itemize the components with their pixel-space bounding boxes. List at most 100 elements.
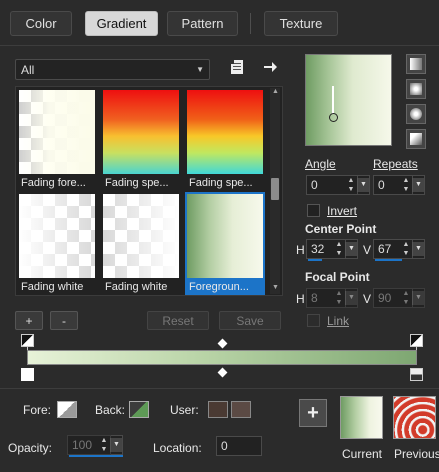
spinner-arrows-icon[interactable]: ▲ ▼ — [334, 289, 344, 307]
focal-h-input[interactable]: 8 ▲ ▼ — [306, 288, 346, 308]
preset-gallery[interactable]: Fading fore... Fading spe... Fading spe.… — [15, 86, 283, 296]
spinner-arrows-icon[interactable]: ▲ ▼ — [99, 436, 109, 454]
repeats-dropdown[interactable]: ▼ — [412, 175, 425, 195]
preset-item[interactable]: Fading spe... — [185, 88, 265, 191]
location-label: Location: — [153, 441, 202, 455]
focal-v-input[interactable]: 90 ▲ ▼ — [373, 288, 413, 308]
preset-item[interactable]: Fading white — [17, 192, 97, 295]
scroll-up-icon[interactable]: ▲ — [272, 88, 279, 95]
link-label: Link — [327, 314, 350, 328]
previous-label: Previous — [394, 447, 439, 461]
location-input[interactable]: 0 — [216, 436, 262, 456]
preset-thumbnail — [187, 194, 263, 278]
save-button[interactable]: Save — [219, 311, 281, 330]
divider — [0, 388, 439, 389]
preset-thumbnail — [103, 194, 179, 278]
chevron-down-icon[interactable]: ▼ — [412, 291, 424, 305]
fore-label: Fore: — [23, 403, 52, 417]
invert-checkbox[interactable] — [307, 204, 320, 217]
scroll-down-icon[interactable]: ▼ — [272, 284, 279, 291]
back-label: Back: — [95, 403, 126, 417]
spinner-arrows-icon[interactable]: ▲ ▼ — [401, 289, 411, 307]
opacity-stop-right[interactable] — [410, 334, 423, 347]
opacity-stop-left[interactable] — [21, 334, 34, 347]
current-label: Current — [342, 447, 383, 461]
preset-item[interactable]: Fading spe... — [101, 88, 181, 191]
remove-preset-button[interactable]: - — [50, 311, 78, 330]
user-label: User: — [170, 403, 199, 417]
tab-texture[interactable]: Texture — [264, 11, 338, 36]
preset-thumbnail — [19, 194, 95, 278]
chevron-down-icon[interactable]: ▼ — [345, 291, 357, 305]
midpoint-marker-bottom[interactable] — [217, 367, 228, 378]
opacity-dropdown[interactable]: ▼ — [110, 435, 123, 455]
user-swatch-1[interactable] — [208, 401, 228, 418]
preset-item-selected[interactable]: Foregroun... — [185, 192, 265, 295]
gradient-preview[interactable] — [305, 54, 392, 146]
tab-pattern[interactable]: Pattern — [167, 11, 238, 36]
spinner-arrows-icon[interactable]: ▲ ▼ — [401, 176, 411, 194]
chevron-down-icon[interactable]: ▼ — [412, 242, 424, 256]
add-to-swatches-button[interactable]: + — [299, 399, 327, 427]
repeats-input[interactable]: 0 ▲ ▼ — [373, 175, 413, 195]
scrollbar-thumb[interactable] — [271, 178, 279, 200]
center-v-dropdown[interactable]: ▼ — [412, 239, 425, 259]
center-h-dropdown[interactable]: ▼ — [345, 239, 358, 259]
chevron-down-icon: ▼ — [196, 65, 204, 74]
opacity-label: Opacity: — [8, 441, 53, 455]
focal-v-dropdown[interactable]: ▼ — [412, 288, 425, 308]
chevron-down-icon[interactable]: ▼ — [345, 242, 357, 256]
gradient-bar[interactable] — [27, 350, 417, 365]
radial-style-icon[interactable] — [406, 129, 426, 149]
center-v-input[interactable]: 67 ▲ ▼ — [373, 239, 413, 261]
linear-style-icon[interactable] — [406, 54, 426, 74]
value-bar — [69, 455, 123, 457]
angle-dropdown[interactable]: ▼ — [357, 175, 370, 195]
arrow-right-icon[interactable] — [262, 59, 278, 75]
center-h-input[interactable]: 32 ▲ ▼ — [306, 239, 346, 261]
center-handle[interactable] — [332, 86, 334, 114]
back-swatch[interactable] — [129, 401, 149, 418]
color-stop-left[interactable] — [21, 368, 34, 381]
repeats-label: Repeats — [373, 157, 418, 171]
angle-label: Angle — [305, 157, 336, 171]
sunburst-style-icon[interactable] — [406, 104, 426, 124]
user-swatch-2[interactable] — [231, 401, 251, 418]
preset-label: Fading white — [105, 281, 168, 293]
tab-separator — [250, 13, 251, 34]
focal-h-dropdown[interactable]: ▼ — [345, 288, 358, 308]
tab-color[interactable]: Color — [10, 11, 72, 36]
rectangular-style-icon[interactable] — [406, 79, 426, 99]
preset-item[interactable]: Fading fore... — [17, 88, 97, 191]
color-stop-right[interactable] — [410, 368, 423, 381]
preset-item[interactable]: Fading white — [101, 192, 181, 295]
category-dropdown[interactable]: All ▼ — [15, 59, 210, 80]
focal-point-label: Focal Point — [305, 270, 370, 284]
reset-button[interactable]: Reset — [147, 311, 209, 330]
chevron-down-icon[interactable]: ▼ — [357, 178, 369, 192]
link-checkbox[interactable] — [307, 314, 320, 327]
previous-swatch[interactable] — [393, 396, 436, 439]
invert-label: Invert — [327, 204, 358, 218]
current-swatch[interactable] — [340, 396, 383, 439]
opacity-input[interactable]: 100 ▲ ▼ — [67, 435, 123, 457]
add-preset-button[interactable]: + — [15, 311, 43, 330]
chevron-down-icon[interactable]: ▼ — [412, 178, 424, 192]
preset-label: Foregroun... — [189, 281, 249, 293]
preset-thumbnail — [19, 90, 95, 174]
angle-input[interactable]: 0 ▲ ▼ — [306, 175, 358, 195]
chevron-down-icon[interactable]: ▼ — [110, 438, 122, 452]
focal-v-label: V — [363, 292, 372, 306]
preset-label: Fading white — [21, 281, 84, 293]
divider — [0, 45, 439, 46]
midpoint-marker-top[interactable] — [217, 338, 228, 349]
value-bar — [308, 259, 322, 261]
preset-thumbnail — [103, 90, 179, 174]
spinner-arrows-icon[interactable]: ▲ ▼ — [346, 176, 356, 194]
fore-swatch[interactable] — [57, 401, 77, 418]
tab-gradient[interactable]: Gradient — [85, 11, 158, 36]
focal-point-icon[interactable] — [329, 113, 338, 122]
new-gradient-icon[interactable] — [229, 59, 245, 75]
spinner-arrows-icon[interactable]: ▲ ▼ — [401, 240, 411, 258]
spinner-arrows-icon[interactable]: ▲ ▼ — [334, 240, 344, 258]
